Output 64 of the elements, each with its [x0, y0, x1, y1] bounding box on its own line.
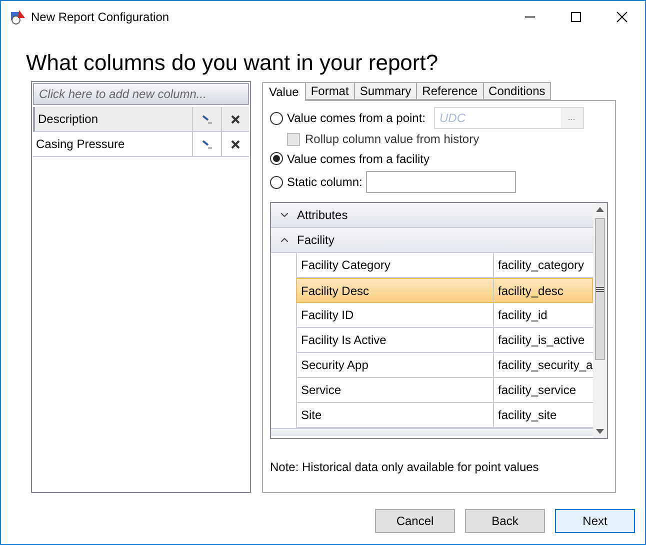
group-header[interactable]: Facility — [271, 228, 593, 253]
radio-button[interactable] — [270, 152, 283, 165]
add-column-field[interactable]: Click here to add new column... — [33, 83, 249, 105]
note-text: Note: Historical data only available for point values — [270, 459, 540, 476]
pencil-icon — [202, 140, 212, 148]
field-name: facility_service — [497, 382, 578, 399]
grip-icon — [596, 286, 604, 292]
chevron-up-icon — [280, 238, 288, 242]
radio-label: Static column: — [287, 174, 362, 191]
tab[interactable]: Summary — [354, 82, 418, 100]
attribute-row[interactable]: Facility Desc facility_desc — [296, 278, 593, 303]
attribute-row[interactable]: Site facility_site — [296, 403, 593, 428]
column-name: Description — [35, 107, 193, 131]
radio-label: Value comes from a point: — [287, 110, 426, 127]
checkbox-label: Rollup column value from history — [305, 131, 480, 148]
radio-button[interactable] — [270, 176, 283, 188]
field-name: facility_security_a — [497, 357, 593, 374]
scroll-thumb[interactable] — [595, 218, 605, 360]
attribute-name: Facility Desc — [297, 279, 494, 302]
attribute-row[interactable]: Facility Category facility_category — [296, 253, 593, 278]
column-row[interactable]: Description — [33, 107, 249, 132]
pencil-icon — [202, 114, 212, 124]
dialog-button[interactable]: Back — [465, 509, 545, 533]
attribute-name: Facility Category — [297, 253, 494, 277]
attribute-name: Service — [297, 378, 494, 402]
tab[interactable]: Conditions — [484, 82, 552, 100]
column-row[interactable]: Casing Pressure — [33, 132, 249, 157]
attribute-name: Security App — [297, 353, 494, 377]
field-name: facility_id — [497, 307, 548, 324]
group-label: Attributes — [297, 207, 348, 224]
group-label: Facility — [297, 232, 334, 249]
dialog-button[interactable]: Next — [555, 509, 635, 533]
scroll-up-icon[interactable] — [596, 207, 604, 212]
point-placeholder: UDC — [438, 110, 467, 127]
attribute-row[interactable]: Facility Is Active facility_is_active — [296, 328, 593, 353]
tab[interactable]: Reference — [417, 82, 484, 100]
attribute-name: Facility Is Active — [297, 328, 494, 352]
tab[interactable]: Format — [306, 82, 355, 100]
attribute-name: Site — [297, 403, 494, 427]
page-heading: What columns do you want in your report? — [26, 50, 440, 76]
field-name: facility_is_active — [497, 332, 586, 349]
field-name: facility_site — [497, 407, 558, 424]
group-header[interactable]: Attributes — [271, 203, 593, 228]
tab[interactable]: Value — [262, 82, 306, 101]
field-name: facility_category — [497, 257, 586, 274]
dialog-button[interactable]: Cancel — [375, 509, 455, 533]
attribute-name: Facility ID — [297, 303, 494, 327]
field-name: facility_desc — [497, 282, 564, 300]
static-column-field[interactable] — [366, 171, 516, 193]
attribute-row[interactable]: Security App facility_security_a — [296, 353, 593, 378]
close-icon — [231, 140, 240, 148]
app-icon — [10, 8, 26, 24]
close-icon — [231, 114, 240, 124]
radio-label: Value comes from a facility — [287, 150, 430, 168]
window-title: New Report Configuration — [31, 8, 170, 26]
scrollbar[interactable] — [593, 203, 607, 438]
maximize-icon[interactable] — [570, 10, 582, 22]
attribute-row[interactable]: Facility ID facility_id — [296, 303, 593, 328]
column-name: Casing Pressure — [33, 132, 193, 156]
radio-button[interactable] — [270, 112, 283, 124]
scroll-down-icon[interactable] — [596, 429, 604, 434]
close-icon[interactable] — [616, 10, 628, 22]
attribute-row[interactable]: Service facility_service — [296, 378, 593, 403]
chevron-down-icon — [280, 213, 288, 217]
